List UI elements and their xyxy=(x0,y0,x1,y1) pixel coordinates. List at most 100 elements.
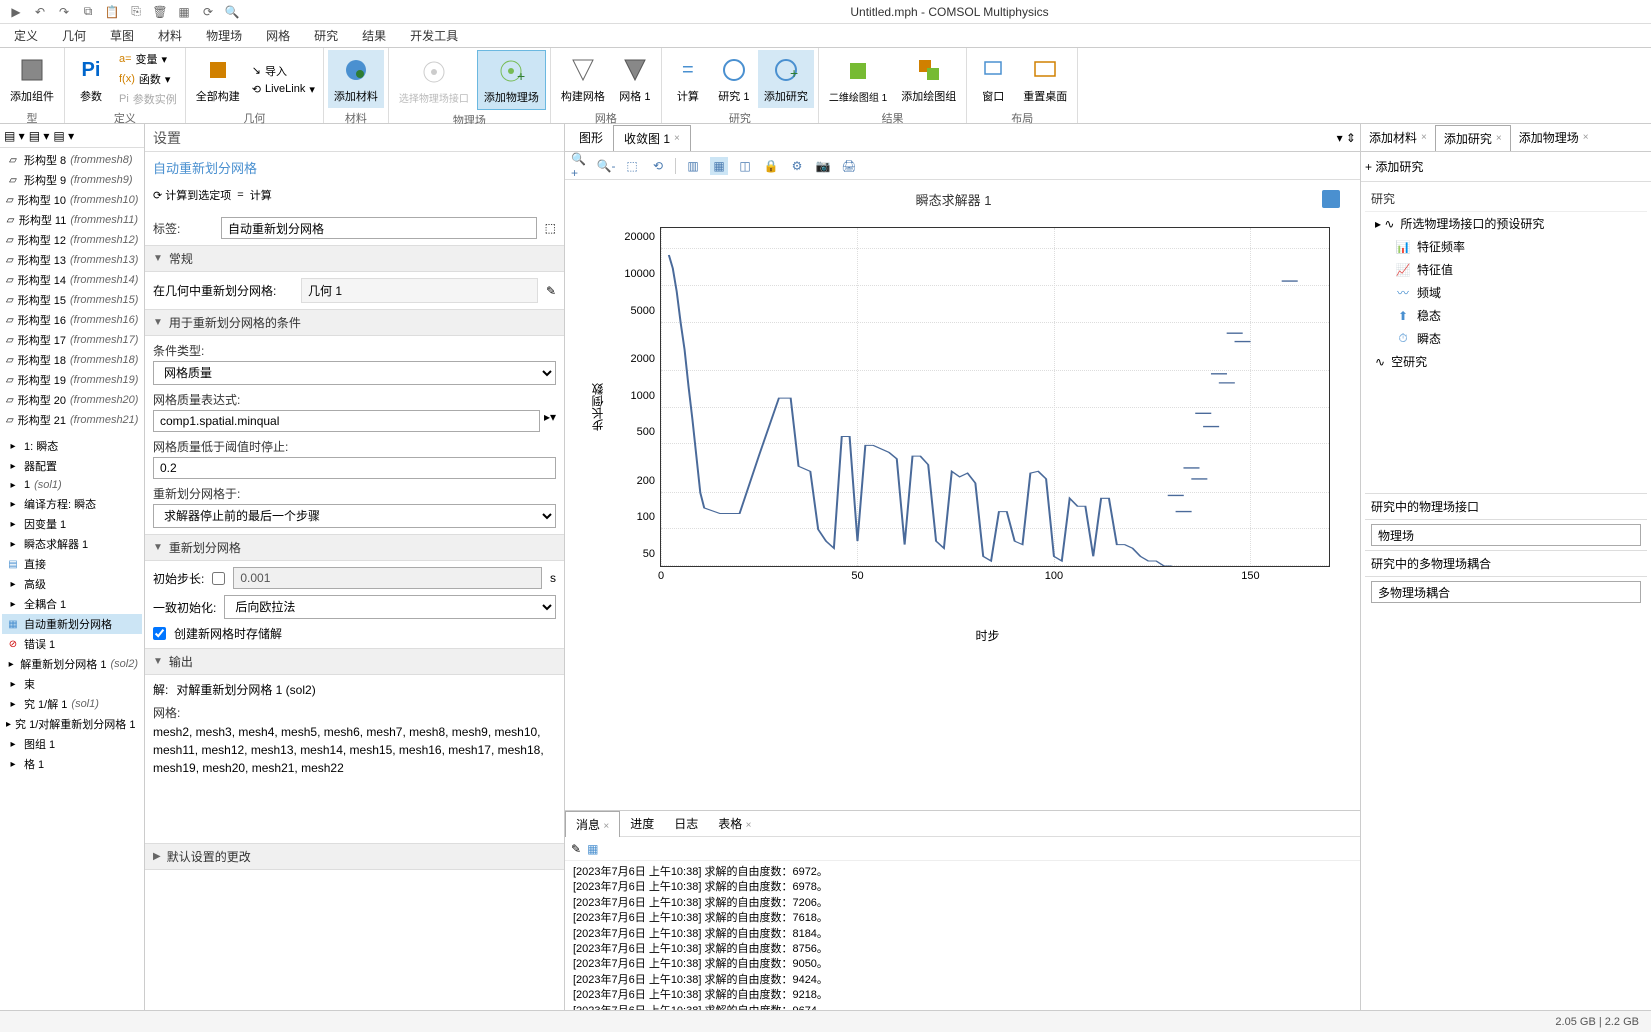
tree-item[interactable]: ▸图组 1 xyxy=(2,734,142,754)
menu-mesh[interactable]: 网格 xyxy=(256,25,300,46)
study-option[interactable]: 📊特征频率 xyxy=(1365,235,1647,258)
menu-materials[interactable]: 材料 xyxy=(148,25,192,46)
paste-icon[interactable]: 📋 xyxy=(104,4,120,20)
add-component-button[interactable]: 添加组件 xyxy=(4,50,60,108)
tree-item[interactable]: ▸究 1/解 1 (sol1) xyxy=(2,694,142,714)
tree-item[interactable]: ▱形构型 14 (frommesh14) xyxy=(2,270,142,290)
tree-tool-2[interactable]: ▤ ▾ xyxy=(29,129,50,143)
windows-button[interactable]: 窗口 xyxy=(971,50,1015,108)
refresh-icon[interactable]: ⟳ xyxy=(200,4,216,20)
tree-content[interactable]: ▱形构型 8 (frommesh8)▱形构型 9 (frommesh9)▱形构型… xyxy=(0,148,144,1010)
tree-item[interactable]: ▸究 1/对解重新划分网格 1 xyxy=(2,714,142,734)
table-icon[interactable]: ▦ xyxy=(710,157,728,175)
tree-item[interactable]: ▸1 (sol1) xyxy=(2,476,142,494)
close-icon[interactable]: × xyxy=(603,821,609,832)
log-content[interactable]: [2023年7月6日 上午10:38] 求解的自由度数：6972。[2023年7… xyxy=(565,861,1360,1010)
store-checkbox[interactable] xyxy=(153,627,166,640)
tab-log[interactable]: 日志 xyxy=(664,811,708,836)
redo-icon[interactable]: ↷ xyxy=(56,4,72,20)
zoom-in-icon[interactable]: 🔍+ xyxy=(571,157,589,175)
build-mesh-button[interactable]: 构建网格 xyxy=(555,50,611,108)
close-icon[interactable]: × xyxy=(746,820,752,831)
tree-item[interactable]: ▸全耦合 1 xyxy=(2,594,142,614)
add-material-button[interactable]: 添加材料 xyxy=(328,50,384,108)
menu-dev[interactable]: 开发工具 xyxy=(400,25,468,46)
tag-input[interactable] xyxy=(221,217,537,239)
tab-add-physics[interactable]: 添加物理场× xyxy=(1511,125,1597,150)
menu-sketch[interactable]: 草图 xyxy=(100,25,144,46)
tree-tool-1[interactable]: ▤ ▾ xyxy=(4,129,25,143)
chart-plot-area[interactable]: 5010020050010002000500010000200000501001… xyxy=(660,227,1330,567)
tree-item[interactable]: ▸编译方程: 瞬态 xyxy=(2,494,142,514)
functions-button[interactable]: f(x)函数 ▾ xyxy=(115,70,181,88)
study-option[interactable]: ⬆稳态 xyxy=(1365,304,1647,327)
tree-item[interactable]: ▱形构型 13 (frommesh13) xyxy=(2,250,142,270)
tree-item[interactable]: ▸解重新划分网格 1 (sol2) xyxy=(2,654,142,674)
add-study-link[interactable]: + 添加研究 xyxy=(1365,160,1423,174)
tree-item[interactable]: ▤直接 xyxy=(2,554,142,574)
tree-item[interactable]: ▱形构型 15 (frommesh15) xyxy=(2,290,142,310)
tree-item[interactable]: ▱形构型 18 (frommesh18) xyxy=(2,350,142,370)
edit-icon[interactable]: ✎ xyxy=(546,284,556,298)
plot-group-button[interactable]: 二维绘图组 1 xyxy=(823,51,893,108)
step-checkbox[interactable] xyxy=(212,572,225,585)
tree-item[interactable]: ▱形构型 20 (frommesh20) xyxy=(2,390,142,410)
variables-button[interactable]: a=变量 ▾ xyxy=(115,50,181,68)
reset-desktop-button[interactable]: 重置桌面 xyxy=(1017,50,1073,108)
section-conditions[interactable]: ▼用于重新划分网格的条件 xyxy=(145,309,564,336)
section-output[interactable]: ▼输出 xyxy=(145,648,564,675)
empty-study-node[interactable]: ∿ 空研究 xyxy=(1365,350,1647,373)
settings-icon[interactable]: ⚙ xyxy=(788,157,806,175)
section-defaults[interactable]: ▶默认设置的更改 xyxy=(145,843,564,870)
tree-item[interactable]: ▸高级 xyxy=(2,574,142,594)
thresh-input[interactable] xyxy=(153,457,556,479)
close-icon[interactable]: × xyxy=(674,133,680,144)
tab-messages[interactable]: 消息 × xyxy=(565,811,620,837)
log-export-icon[interactable]: ▦ xyxy=(587,842,598,856)
remesh-at-select[interactable]: 求解器停止前的最后一个步骤 xyxy=(153,504,556,528)
copy-icon[interactable]: ⧉ xyxy=(80,4,96,20)
tree-item[interactable]: ▱形构型 19 (frommesh19) xyxy=(2,370,142,390)
parameters-button[interactable]: Pi 参数 xyxy=(69,50,113,108)
menu-results[interactable]: 结果 xyxy=(352,25,396,46)
tree-item[interactable]: ▱形构型 11 (frommesh11) xyxy=(2,210,142,230)
zoom-out-icon[interactable]: 🔍- xyxy=(597,157,615,175)
tree-item[interactable]: ▱形构型 8 (frommesh8) xyxy=(2,150,142,170)
undo-icon[interactable]: ↶ xyxy=(32,4,48,20)
tab-add-material[interactable]: 添加材料× xyxy=(1361,125,1435,150)
reset-zoom-icon[interactable]: ⟲ xyxy=(649,157,667,175)
tree-item[interactable]: ▸格 1 xyxy=(2,754,142,774)
menu-define[interactable]: 定义 xyxy=(4,25,48,46)
camera-icon[interactable]: 📷 xyxy=(814,157,832,175)
zoom-box-icon[interactable]: ⬚ xyxy=(623,157,641,175)
goto-icon[interactable]: ⬚ xyxy=(545,221,556,235)
split-icon[interactable]: ◫ xyxy=(736,157,754,175)
compute-selected-button[interactable]: ⟳ 计算到选定项 xyxy=(153,187,231,203)
run-icon[interactable]: ▶ xyxy=(8,4,24,20)
multi-field[interactable] xyxy=(1371,581,1641,603)
lock-icon[interactable]: 🔒 xyxy=(762,157,780,175)
tree-item[interactable]: ⊘错误 1 xyxy=(2,634,142,654)
param-case-button[interactable]: Pi参数实例 xyxy=(115,90,181,108)
physics-field[interactable] xyxy=(1371,524,1641,546)
cond-type-select[interactable]: 网格质量 xyxy=(153,361,556,385)
expr-input[interactable] xyxy=(153,410,540,432)
menu-physics[interactable]: 物理场 xyxy=(196,25,252,46)
tab-add-study[interactable]: 添加研究× xyxy=(1435,125,1511,151)
study-option[interactable]: 〰频域 xyxy=(1365,281,1647,304)
add-physics-button[interactable]: + 添加物理场 xyxy=(477,50,546,110)
study1-button[interactable]: 研究 1 xyxy=(712,50,756,108)
delete-icon[interactable]: 🗑 xyxy=(152,4,168,20)
add-study-button[interactable]: + 添加研究 xyxy=(758,50,814,108)
menu-study[interactable]: 研究 xyxy=(304,25,348,46)
tree-item[interactable]: ▸器配置 xyxy=(2,456,142,476)
tab-graphics[interactable]: 图形 xyxy=(569,125,613,150)
chart-badge-icon[interactable] xyxy=(1322,190,1340,208)
tree-item[interactable]: ▦自动重新划分网格 xyxy=(2,614,142,634)
study-option[interactable]: ⏱瞬态 xyxy=(1365,327,1647,350)
init-select[interactable]: 后向欧拉法 xyxy=(224,595,556,619)
tree-item[interactable]: ▱形构型 17 (frommesh17) xyxy=(2,330,142,350)
expr-menu-icon[interactable]: ▸▾ xyxy=(544,410,556,432)
select-physics-button[interactable]: 选择物理场接口 xyxy=(393,52,475,109)
section-general[interactable]: ▼常规 xyxy=(145,245,564,272)
